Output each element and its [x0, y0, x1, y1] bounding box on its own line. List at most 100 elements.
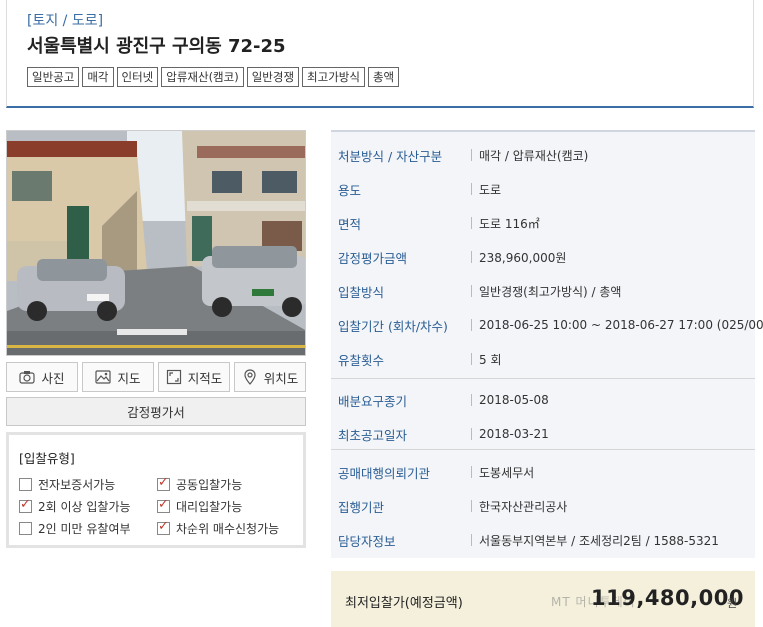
info-row-appraisal: 감정평가금액 238,960,000원	[331, 240, 755, 274]
info-label: 면적	[338, 216, 362, 232]
minimum-bid-price-panel: 최저입찰가(예정금액) MT 머니투데이 119,480,000 원	[331, 571, 755, 627]
tag-list: 일반공고 매각 인터넷 압류재산(캠코) 일반경쟁 최고가방식 총액	[27, 67, 400, 87]
info-row-failed-count: 유찰횟수 5 회	[331, 342, 755, 376]
image-icon	[95, 370, 112, 384]
tag-disposal: 매각	[82, 67, 114, 87]
checkbox-checked	[157, 475, 170, 491]
tag-method: 최고가방식	[302, 67, 365, 87]
info-value: 5 회	[479, 352, 502, 367]
cadastral-map-button[interactable]: 지적도	[158, 362, 230, 392]
info-row-requesting-agency: 공매대행의뢰기관 도봉세무서	[331, 455, 755, 489]
info-label: 입찰기간 (회차/차수)	[338, 318, 448, 334]
info-row-contact: 담당자정보 서울동부지역본부 / 조세정리2팀 / 1588-5321	[331, 523, 755, 557]
row-separator	[471, 149, 472, 161]
map-pin-icon	[244, 369, 256, 385]
bid-option-under-two-failure: 2인 미만 유찰여부	[19, 520, 131, 537]
info-row-disposal: 처분방식 / 자산구분 매각 / 압류재산(캠코)	[331, 138, 755, 172]
info-value: 2018-06-25 10:00 ~ 2018-06-27 17:00 (025…	[479, 318, 763, 332]
property-photo[interactable]	[6, 130, 306, 356]
location-map-button[interactable]: 위치도	[234, 362, 306, 392]
info-row-area: 면적 도로 116㎡	[331, 206, 755, 240]
info-value: 매각 / 압류재산(캠코)	[479, 148, 589, 163]
row-separator	[471, 394, 472, 406]
listing-header: [토지 / 도로] 서울특별시 광진구 구의동 72-25 일반공고 매각 인터…	[6, 0, 754, 108]
minimum-bid-price-value: 119,480,000	[591, 586, 744, 610]
info-value: 한국자산관리공사	[479, 499, 568, 514]
photo-button[interactable]: 사진	[6, 362, 78, 392]
bid-option-label: 차순위 매수신청가능	[176, 522, 280, 536]
checkbox-checked	[19, 497, 32, 513]
info-label: 집행기관	[338, 499, 385, 515]
row-separator	[471, 251, 472, 263]
info-row-executing-agency: 집행기관 한국자산관리공사	[331, 489, 755, 523]
info-row-usage: 용도 도로	[331, 172, 755, 206]
row-separator	[471, 534, 472, 546]
info-value: 서울동부지역본부 / 조세정리2팀 / 1588-5321	[479, 533, 719, 548]
tag-notice-type: 일반공고	[27, 67, 80, 87]
bid-option-joint-bid: 공동입찰가능	[157, 475, 243, 493]
bid-option-label: 2회 이상 입찰가능	[38, 500, 131, 514]
checkbox-checked	[157, 519, 170, 535]
camera-icon	[19, 371, 36, 384]
map-button[interactable]: 지도	[82, 362, 154, 392]
location-map-button-label: 위치도	[263, 370, 299, 386]
row-separator	[471, 217, 472, 229]
street-scene-image	[7, 131, 305, 355]
checkbox-unchecked	[19, 522, 32, 535]
property-info-table: 처분방식 / 자산구분 매각 / 압류재산(캠코) 용도 도로 면적 도로 11…	[331, 130, 763, 558]
info-value: 238,960,000원	[479, 250, 567, 265]
minimum-bid-price-label: 최저입찰가(예정금액)	[345, 596, 463, 611]
info-label: 공매대행의뢰기관	[338, 465, 431, 481]
section-divider	[331, 449, 755, 450]
bid-option-multiple-bids: 2회 이상 입찰가능	[19, 497, 131, 515]
expand-icon	[166, 369, 181, 385]
info-value: 2018-05-08	[479, 393, 549, 407]
info-label: 용도	[338, 182, 362, 198]
tag-competition: 일반경쟁	[246, 67, 300, 87]
info-row-bid-method: 입찰방식 일반경쟁(최고가방식) / 총액	[331, 274, 755, 308]
tag-total: 총액	[367, 67, 400, 87]
row-separator	[471, 500, 472, 512]
section-divider	[331, 378, 755, 379]
info-value: 도로	[479, 182, 502, 197]
info-row-first-notice: 최초공고일자 2018-03-21	[331, 417, 755, 451]
row-separator	[471, 428, 472, 440]
bid-option-second-bidder: 차순위 매수신청가능	[157, 519, 280, 537]
info-value: 도로 116㎡	[479, 216, 540, 231]
info-row-bid-period: 입찰기간 (회차/차수) 2018-06-25 10:00 ~ 2018-06-…	[331, 308, 763, 342]
info-value: 2018-03-21	[479, 427, 549, 441]
photo-button-label: 사진	[41, 370, 65, 386]
info-label: 배분요구종기	[338, 393, 408, 409]
page-title: 서울특별시 광진구 구의동 72-25	[27, 36, 286, 57]
info-label: 최초공고일자	[338, 427, 408, 443]
info-label: 입찰방식	[338, 284, 385, 300]
bid-option-proxy-bid: 대리입찰가능	[157, 497, 243, 515]
media-button-row: 사진 지도 지적도 위치도	[6, 362, 306, 392]
cadastral-map-button-label: 지적도	[187, 370, 223, 386]
tag-asset-type: 압류재산(캠코)	[161, 67, 244, 87]
bid-option-label: 공동입찰가능	[176, 478, 243, 492]
info-row-distribution-deadline: 배분요구종기 2018-05-08	[331, 383, 755, 417]
row-separator	[471, 319, 472, 331]
map-button-label: 지도	[117, 370, 141, 386]
info-label: 감정평가금액	[338, 250, 408, 266]
category-label: [토지 / 도로]	[27, 13, 104, 29]
row-separator	[471, 183, 472, 195]
info-value: 도봉세무서	[479, 465, 535, 480]
info-label: 담당자정보	[338, 533, 396, 549]
price-unit: 원	[727, 597, 738, 610]
row-separator	[471, 285, 472, 297]
row-separator	[471, 353, 472, 365]
tag-internet: 인터넷	[116, 67, 159, 87]
bid-option-label: 대리입찰가능	[176, 500, 243, 514]
appraisal-report-button[interactable]: 감정평가서	[6, 397, 306, 426]
info-label: 처분방식 / 자산구분	[338, 148, 443, 164]
bid-option-electronic-guarantee: 전자보증서가능	[19, 476, 115, 493]
checkbox-unchecked	[19, 478, 32, 491]
bid-option-label: 2인 미만 유찰여부	[38, 522, 131, 536]
info-label: 유찰횟수	[338, 352, 385, 368]
bid-type-panel: [입찰유형] 전자보증서가능 공동입찰가능 2회 이상 입찰가능 대리입찰가능 …	[6, 432, 306, 548]
bid-option-label: 전자보증서가능	[38, 478, 116, 492]
info-value: 일반경쟁(최고가방식) / 총액	[479, 284, 622, 299]
row-separator	[471, 466, 472, 478]
